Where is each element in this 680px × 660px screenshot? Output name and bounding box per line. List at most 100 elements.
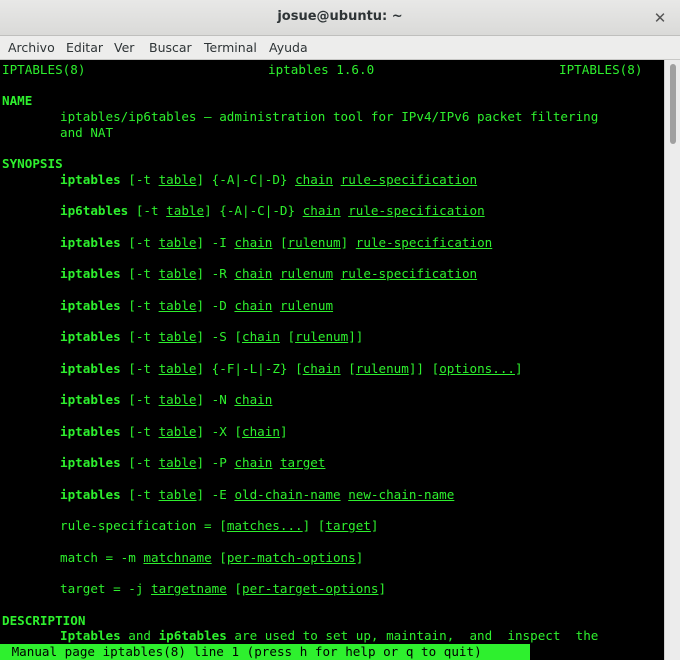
synopsis-line: iptables [-t table] {-F|-L|-Z} [chain [r…: [60, 361, 523, 377]
menu-terminal[interactable]: Terminal: [204, 40, 257, 55]
syntax-text: rule-specification = [: [60, 518, 227, 533]
syntax-text: ] -P: [196, 455, 235, 470]
syntax-text: ] -I: [196, 235, 235, 250]
synopsis-line: iptables [-t table] -X [chain]: [60, 424, 288, 440]
argument-placeholder: rule-specification: [340, 172, 478, 187]
syntax-text: [333, 266, 341, 281]
terminal-view[interactable]: IPTABLES(8) iptables 1.6.0 IPTABLES(8) N…: [0, 60, 664, 660]
command-name: iptables: [60, 266, 121, 281]
argument-placeholder: matchname: [143, 550, 212, 565]
argument-placeholder: rule-specification: [340, 266, 478, 281]
command-name: iptables: [60, 329, 121, 344]
command-name: iptables: [60, 172, 121, 187]
argument-placeholder: chain: [234, 455, 273, 470]
argument-placeholder: target: [325, 518, 371, 533]
syntax-text: [-t: [120, 455, 159, 470]
argument-placeholder: chain: [302, 203, 341, 218]
argument-placeholder: table: [158, 487, 197, 502]
synopsis-line: iptables [-t table] -D chain rulenum: [60, 298, 333, 314]
argument-placeholder: table: [158, 172, 197, 187]
synopsis-line: iptables [-t table] -R chain rulenum rul…: [60, 266, 477, 282]
synopsis-line: iptables [-t table] -E old-chain-name ne…: [60, 487, 454, 503]
scrollbar-thumb[interactable]: [670, 64, 676, 144]
argument-placeholder: chain: [302, 361, 341, 376]
syntax-text: [-t: [128, 203, 167, 218]
argument-placeholder: target: [279, 455, 326, 470]
synopsis-line: ip6tables [-t table] {-A|-C|-D} chain ru…: [60, 203, 485, 219]
syntax-text: ] -S [: [196, 329, 243, 344]
syntax-text: [272, 298, 280, 313]
syntax-text: [: [279, 329, 296, 344]
scrollbar[interactable]: [664, 60, 680, 660]
syntax-text: ]: [355, 550, 364, 565]
command-name: iptables: [60, 361, 121, 376]
menu-archivo[interactable]: Archivo: [8, 40, 55, 55]
argument-placeholder: chain: [242, 424, 280, 439]
syntax-text: ] -X [: [196, 424, 243, 439]
command-name: iptables: [60, 298, 121, 313]
syntax-text: and: [120, 628, 159, 643]
syntax-text: [-t: [120, 329, 159, 344]
syntax-text: are used to set up, maintain, and inspec…: [226, 628, 599, 643]
argument-placeholder: table: [158, 424, 197, 439]
menu-bar: Archivo Editar Ver Buscar Terminal Ayuda: [0, 36, 680, 60]
argument-placeholder: table: [158, 455, 197, 470]
argument-placeholder: rule-specification: [355, 235, 493, 250]
syntax-text: ]: [370, 518, 379, 533]
argument-placeholder: rule-specification: [348, 203, 485, 218]
syntax-text: [: [272, 235, 288, 250]
name-line-1: iptables/ip6tables — administration tool…: [60, 109, 599, 124]
synopsis-heading: SYNOPSIS: [2, 156, 63, 171]
syntax-text: [-t: [120, 235, 159, 250]
synopsis-line: match = -m matchname [per-match-options]: [60, 550, 363, 566]
synopsis-line: iptables [-t table] {-A|-C|-D} chain rul…: [60, 172, 477, 188]
argument-placeholder: per-match-options: [226, 550, 356, 565]
command-name: iptables: [60, 424, 121, 439]
syntax-text: [-t: [120, 392, 159, 407]
syntax-text: [-t: [120, 424, 159, 439]
syntax-text: [-t: [120, 266, 159, 281]
argument-placeholder: table: [158, 266, 197, 281]
syntax-text: ] {-A|-C|-D}: [196, 172, 296, 187]
description-line: Iptables and ip6tables are used to set u…: [60, 628, 598, 644]
syntax-text: ] -R: [196, 266, 235, 281]
command-name: ip6tables: [158, 628, 227, 643]
menu-ver[interactable]: Ver: [114, 40, 134, 55]
syntax-text: [-t: [120, 361, 159, 376]
name-line-2: and NAT: [60, 125, 114, 140]
syntax-text: [-t: [120, 172, 159, 187]
menu-editar[interactable]: Editar: [66, 40, 103, 55]
syntax-text: [272, 266, 280, 281]
command-name: ip6tables: [60, 203, 129, 218]
synopsis-line: iptables [-t table] -S [chain [rulenum]]: [60, 329, 363, 345]
argument-placeholder: chain: [295, 172, 334, 187]
menu-buscar[interactable]: Buscar: [149, 40, 192, 55]
status-line: Manual page iptables(8) line 1 (press h …: [0, 644, 530, 660]
argument-placeholder: targetname: [151, 581, 227, 596]
argument-placeholder: table: [158, 235, 197, 250]
menu-ayuda[interactable]: Ayuda: [269, 40, 308, 55]
argument-placeholder: chain: [234, 392, 273, 407]
argument-placeholder: matches...: [226, 518, 303, 533]
syntax-text: ]: [340, 235, 356, 250]
argument-placeholder: chain: [242, 329, 280, 344]
argument-placeholder: table: [158, 392, 197, 407]
syntax-text: target = -j: [60, 581, 151, 596]
window-titlebar[interactable]: josue@ubuntu: ~ ✕: [0, 0, 680, 36]
man-header-right: IPTABLES(8): [559, 62, 643, 77]
syntax-text: ] {-F|-L|-Z} [: [196, 361, 303, 376]
argument-placeholder: table: [166, 203, 205, 218]
argument-placeholder: old-chain-name: [234, 487, 341, 502]
close-icon[interactable]: ✕: [648, 6, 672, 30]
man-header-center: iptables 1.6.0: [268, 62, 375, 77]
argument-placeholder: rulenum: [295, 329, 349, 344]
command-name: iptables: [60, 392, 121, 407]
argument-placeholder: rulenum: [287, 235, 341, 250]
argument-placeholder: table: [158, 361, 197, 376]
argument-placeholder: table: [158, 298, 197, 313]
argument-placeholder: options...: [439, 361, 516, 376]
command-name: iptables: [60, 455, 121, 470]
argument-placeholder: table: [158, 329, 197, 344]
argument-placeholder: per-target-options: [242, 581, 379, 596]
command-name: iptables: [60, 487, 121, 502]
